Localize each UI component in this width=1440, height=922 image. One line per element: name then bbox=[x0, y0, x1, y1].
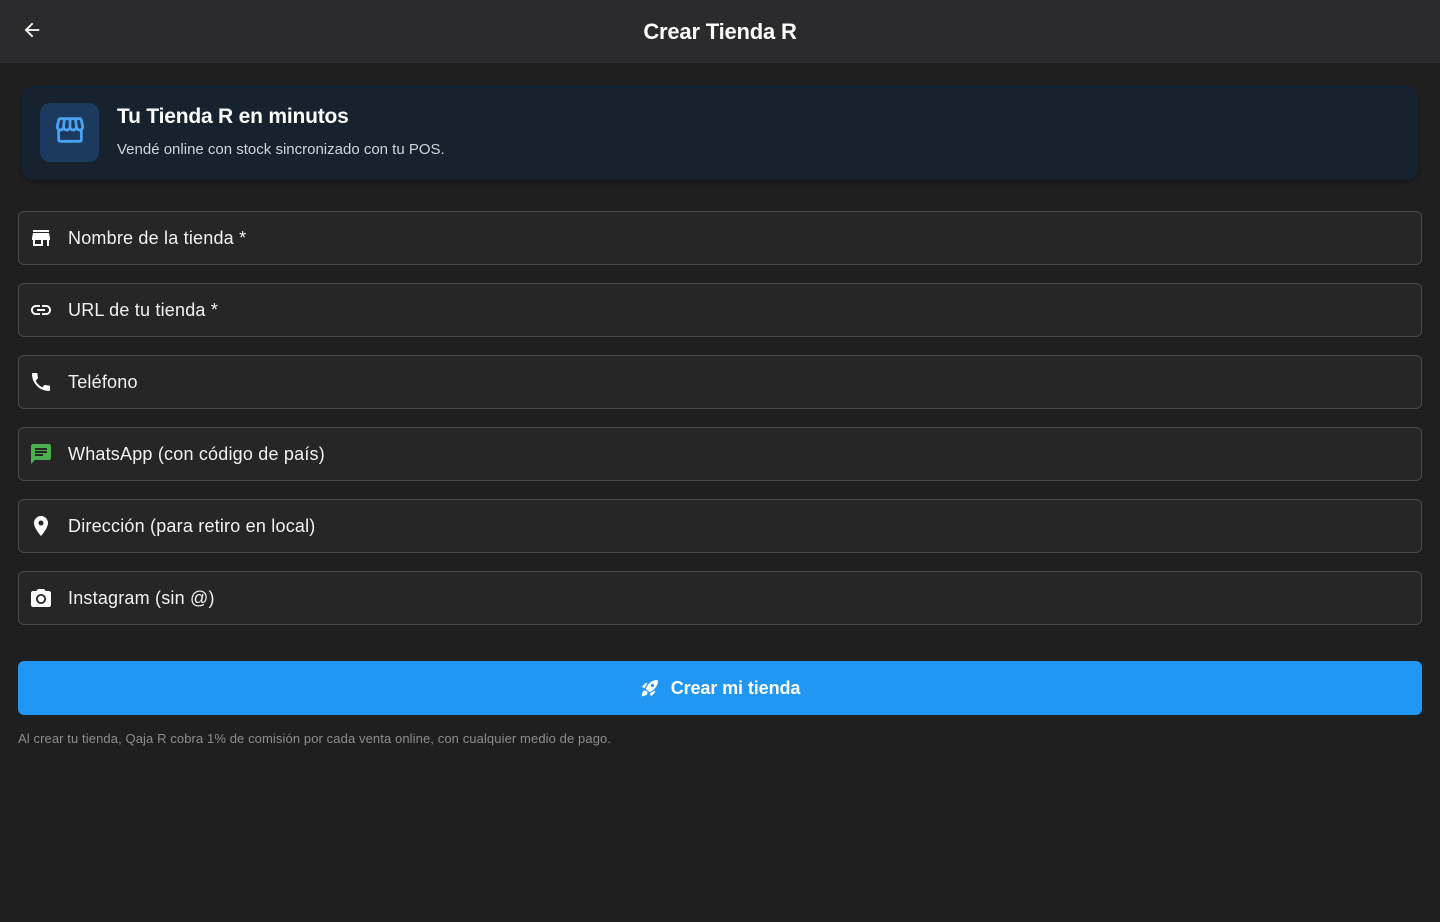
banner-subtitle: Vendé online con stock sincronizado con … bbox=[117, 141, 445, 158]
phone-label: Teléfono bbox=[68, 371, 138, 392]
instagram-label: Instagram (sin @) bbox=[68, 587, 215, 608]
link-icon bbox=[29, 298, 53, 322]
chat-icon bbox=[29, 442, 53, 466]
phone-field[interactable]: Teléfono bbox=[18, 355, 1422, 409]
banner-icon-container bbox=[40, 103, 99, 162]
back-button[interactable] bbox=[14, 14, 50, 50]
store-url-field[interactable]: URL de tu tienda * bbox=[18, 283, 1422, 337]
address-label: Dirección (para retiro en local) bbox=[68, 515, 316, 536]
create-store-label: Crear mi tienda bbox=[670, 677, 801, 698]
store-name-label: Nombre de la tienda * bbox=[68, 227, 247, 248]
storefront-icon bbox=[53, 113, 87, 152]
whatsapp-label: WhatsApp (con código de país) bbox=[68, 443, 325, 464]
create-store-button[interactable]: Crear mi tienda bbox=[18, 661, 1422, 715]
rocket-icon bbox=[640, 677, 662, 699]
store-icon bbox=[29, 226, 53, 250]
phone-icon bbox=[29, 370, 53, 394]
store-url-label: URL de tu tienda * bbox=[68, 299, 219, 320]
instagram-field[interactable]: Instagram (sin @) bbox=[18, 571, 1422, 625]
store-name-field[interactable]: Nombre de la tienda * bbox=[18, 211, 1422, 265]
location-pin-icon bbox=[29, 514, 53, 538]
commission-note: Al crear tu tienda, Qaja R cobra 1% de c… bbox=[18, 731, 612, 746]
whatsapp-field[interactable]: WhatsApp (con código de país) bbox=[18, 427, 1422, 481]
camera-icon bbox=[29, 586, 53, 610]
app-bar: Crear Tienda R bbox=[0, 0, 1440, 63]
address-field[interactable]: Dirección (para retiro en local) bbox=[18, 499, 1422, 553]
page-title: Crear Tienda R bbox=[643, 18, 797, 44]
banner-title: Tu Tienda R en minutos bbox=[117, 105, 349, 128]
arrow-back-icon bbox=[21, 19, 43, 46]
info-banner: Tu Tienda R en minutos Vendé online con … bbox=[22, 85, 1418, 180]
